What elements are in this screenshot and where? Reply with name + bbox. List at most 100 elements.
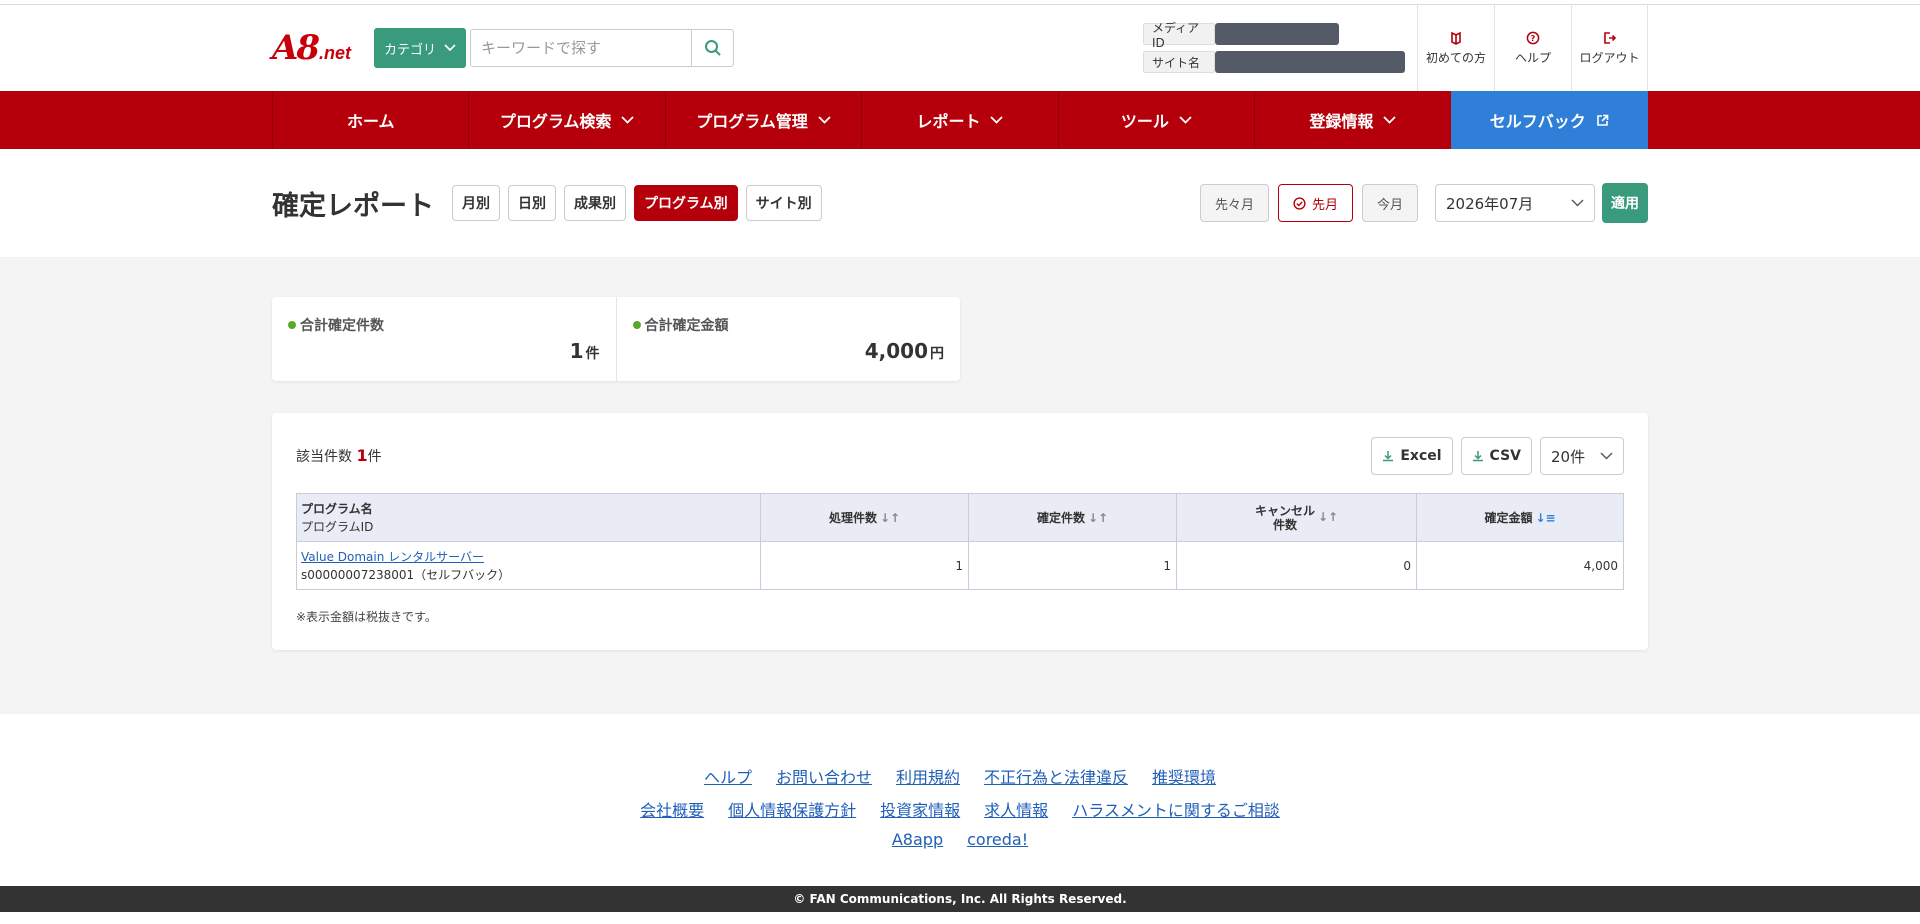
cell-confirmed: 1 xyxy=(968,541,1177,590)
total-count-label: 合計確定件数 xyxy=(300,318,384,334)
footer-link-harassment[interactable]: ハラスメントに関するご相談 xyxy=(1072,797,1280,830)
download-icon xyxy=(1472,451,1483,462)
program-id-text: s00000007238001（セルフバック） xyxy=(301,567,511,582)
col-confirmed[interactable]: 確定件数 ↓↑ xyxy=(968,493,1177,542)
site-header: A8.net カテゴリ メディアID サイト名 初めての方 xyxy=(0,5,1920,91)
download-icon xyxy=(1383,451,1394,462)
a8net-logo[interactable]: A8 .net xyxy=(272,28,374,68)
this-month-button[interactable]: 今月 xyxy=(1361,184,1418,222)
footer-link-privacy[interactable]: 個人情報保護方針 xyxy=(728,797,856,830)
results-card: 該当件数 1件 Excel CSV 20件 プログラム名 プログラムID 処理件… xyxy=(272,413,1648,650)
footer-link-ir[interactable]: 投資家情報 xyxy=(880,797,960,830)
tab-daily[interactable]: 日別 xyxy=(508,185,556,221)
total-amount-label: 合計確定金額 xyxy=(644,318,729,334)
nav-selfback-label: セルフバック xyxy=(1489,112,1586,131)
page-title: 確定レポート xyxy=(272,190,434,222)
col-program-name: プログラム名 xyxy=(301,501,373,516)
summary-card: 合計確定件数 1件 合計確定金額 4,000 円 xyxy=(272,297,960,381)
col-amount[interactable]: 確定金額 ↓≡ xyxy=(1416,493,1624,542)
nav-tools[interactable]: ツール xyxy=(1057,91,1254,149)
last-month-button[interactable]: 先月 xyxy=(1277,184,1353,222)
col-processed-label: 処理件数 xyxy=(828,511,877,525)
main-content: 合計確定件数 1件 合計確定金額 4,000 円 該当件数 1件 Excel C… xyxy=(0,257,1920,714)
chevron-down-icon xyxy=(990,116,1004,124)
tab-monthly[interactable]: 月別 xyxy=(452,185,500,221)
nav-report-label: レポート xyxy=(916,112,981,131)
tax-note: ※表示金額は税抜きです。 xyxy=(296,610,437,624)
logo-suffix-text: .net xyxy=(319,43,352,63)
footer-link-coreda[interactable]: coreda! xyxy=(967,830,1028,863)
two-months-ago-button[interactable]: 先々月 xyxy=(1199,184,1269,222)
csv-label: CSV xyxy=(1489,448,1521,464)
period-selector: 先々月 先月 今月 2026年07月 適用 xyxy=(1199,183,1648,223)
nav-registration[interactable]: 登録情報 xyxy=(1254,91,1450,149)
cell-processed: 1 xyxy=(760,541,969,590)
svg-text:?: ? xyxy=(1531,34,1536,43)
footer-link-contact[interactable]: お問い合わせ xyxy=(776,764,872,797)
chevron-down-icon xyxy=(1383,116,1396,124)
footer-link-environment[interactable]: 推奨環境 xyxy=(1152,764,1216,797)
excel-label: Excel xyxy=(1400,448,1442,464)
footer-link-a8app[interactable]: A8app xyxy=(892,830,943,863)
excel-download-button[interactable]: Excel xyxy=(1371,437,1453,475)
cell-cancel: 0 xyxy=(1176,541,1417,590)
total-count-value: 1 xyxy=(569,339,584,363)
footer-link-help[interactable]: ヘルプ xyxy=(704,764,752,797)
result-count: 該当件数 1件 xyxy=(296,446,382,466)
category-button[interactable]: カテゴリ xyxy=(374,28,467,68)
nav-registration-label: 登録情報 xyxy=(1309,112,1374,131)
footer-link-terms[interactable]: 利用規約 xyxy=(896,764,960,797)
footer-link-fraud[interactable]: 不正行為と法律違反 xyxy=(984,764,1128,797)
col-amount-label: 確定金額 xyxy=(1484,511,1533,525)
footer-link-company[interactable]: 会社概要 xyxy=(640,797,704,830)
search-input[interactable] xyxy=(471,30,692,66)
nav-report[interactable]: レポート xyxy=(861,91,1057,149)
per-page-value: 20件 xyxy=(1551,447,1586,466)
footer-link-recruit[interactable]: 求人情報 xyxy=(984,797,1048,830)
beginner-label: 初めての方 xyxy=(1425,50,1486,65)
col-cancel-label-1: キャンセル xyxy=(1254,503,1315,518)
media-info: メディアID サイト名 xyxy=(1143,21,1405,73)
col-processed[interactable]: 処理件数 ↓↑ xyxy=(760,493,969,542)
chevron-down-icon xyxy=(1571,199,1584,207)
sort-desc-icon: ↓≡ xyxy=(1535,511,1556,525)
table-header-row: プログラム名 プログラムID 処理件数 ↓↑ 確定件数 ↓↑ キャンセル 件数↓↑ 確… xyxy=(296,493,1624,542)
col-cancel[interactable]: キャンセル 件数 ↓↑ xyxy=(1176,493,1417,542)
site-name-redacted xyxy=(1215,51,1405,73)
nav-program-manage[interactable]: プログラム管理 xyxy=(664,91,861,149)
apply-button[interactable]: 適用 xyxy=(1602,183,1648,223)
green-dot-icon xyxy=(632,321,641,329)
search-icon xyxy=(704,40,721,56)
nav-program-manage-label: プログラム管理 xyxy=(696,112,808,131)
nav-home[interactable]: ホーム xyxy=(272,91,468,149)
tab-by-program[interactable]: プログラム別 xyxy=(634,185,738,221)
total-count-cell: 合計確定件数 1件 xyxy=(272,297,616,381)
nav-program-search[interactable]: プログラム検索 xyxy=(468,91,664,149)
search-button[interactable] xyxy=(691,30,733,66)
green-dot-icon xyxy=(288,321,296,329)
chevron-down-icon xyxy=(621,116,635,124)
help-link[interactable]: ? ヘルプ xyxy=(1494,5,1571,91)
result-count-suffix: 件 xyxy=(367,449,382,465)
nav-program-search-label: プログラム検索 xyxy=(499,112,612,131)
result-count-value: 1 xyxy=(356,446,368,465)
logout-label: ログアウト xyxy=(1579,50,1640,65)
chevron-down-icon xyxy=(444,44,456,52)
copyright: © FAN Communications, Inc. All Rights Re… xyxy=(0,886,1920,912)
tab-by-site[interactable]: サイト別 xyxy=(745,185,822,221)
beginner-link[interactable]: 初めての方 xyxy=(1417,5,1494,91)
tab-by-result[interactable]: 成果別 xyxy=(564,185,626,221)
per-page-select[interactable]: 20件 xyxy=(1540,437,1624,475)
header-links: 初めての方 ? ヘルプ ログアウト xyxy=(1417,5,1648,91)
chevron-down-icon xyxy=(1600,452,1613,460)
two-months-ago-label: 先々月 xyxy=(1214,197,1254,213)
csv-download-button[interactable]: CSV xyxy=(1460,437,1532,475)
sort-icon: ↓↑ xyxy=(879,511,901,525)
chevron-down-icon xyxy=(818,116,831,124)
external-link-icon xyxy=(1596,114,1609,126)
nav-selfback[interactable]: セルフバック xyxy=(1450,91,1648,149)
logout-link[interactable]: ログアウト xyxy=(1571,5,1648,91)
category-label: カテゴリ xyxy=(384,42,437,58)
program-link[interactable]: Value Domain レンタルサーバー xyxy=(301,550,484,564)
month-select[interactable]: 2026年07月 xyxy=(1435,184,1595,222)
